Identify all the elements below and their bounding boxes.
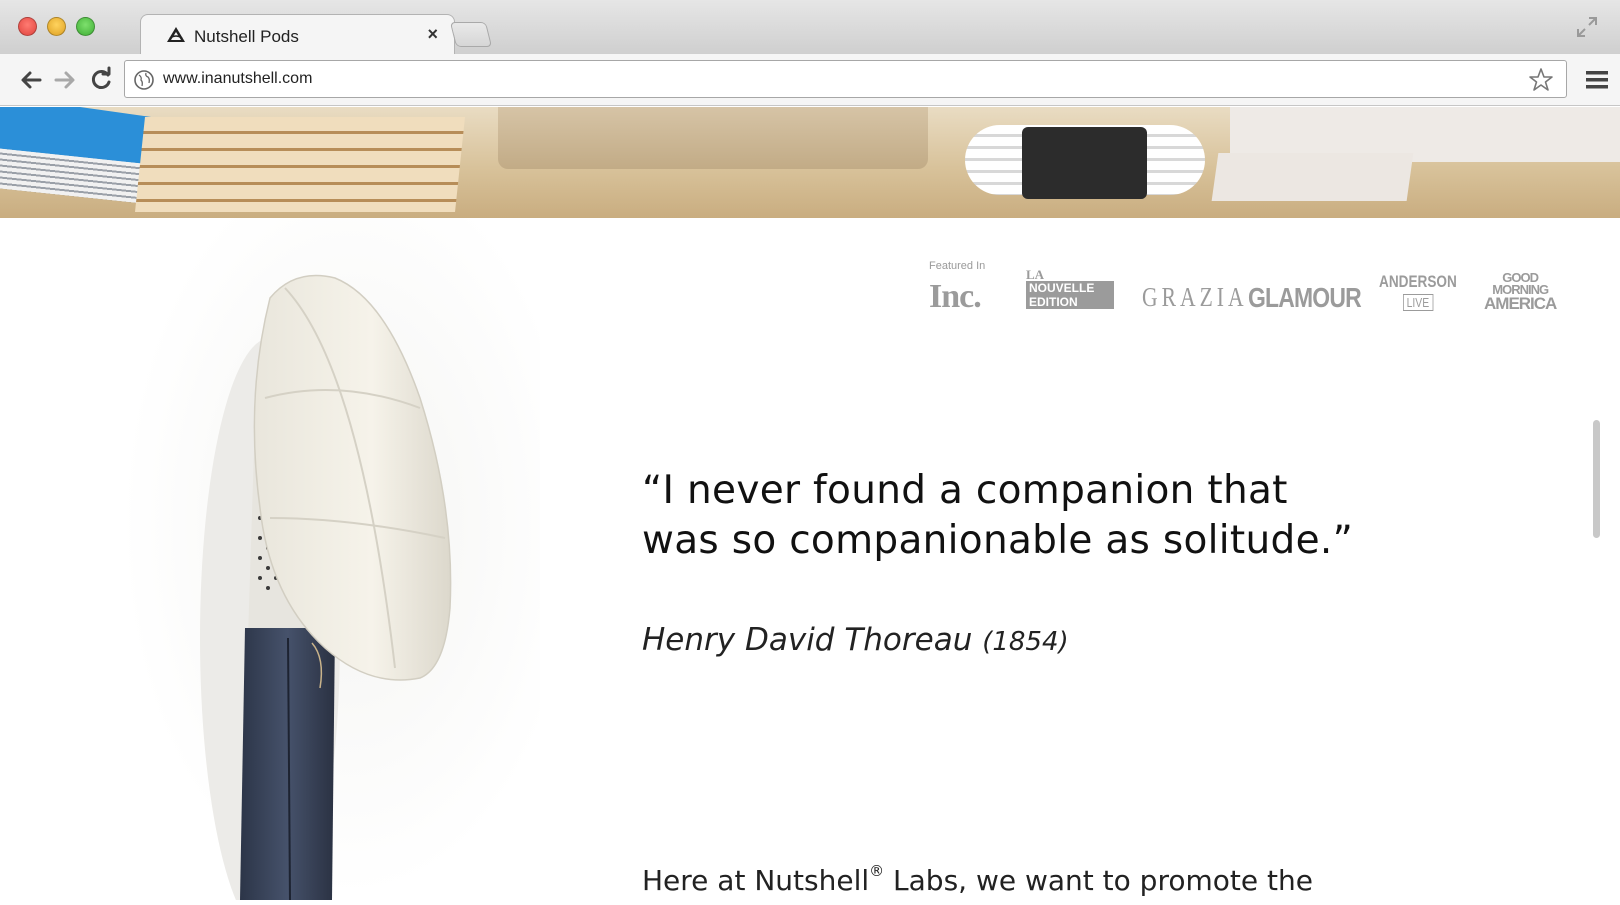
logo-text: LIVE	[1402, 294, 1434, 311]
tab-close-button[interactable]: ×	[427, 24, 438, 45]
tab-bar: Nutshell Pods ×	[0, 0, 1620, 56]
registered-mark: ®	[869, 862, 885, 880]
press-logo-la-nouvelle-edition: LA NOUVELLE EDITION	[1026, 268, 1114, 309]
press-logo-inc: Inc.	[929, 278, 982, 315]
featured-in-label: Featured In	[929, 260, 986, 272]
person-wearing-pod-illustration	[200, 274, 452, 905]
forward-icon[interactable]	[50, 65, 80, 95]
press-logo-glamour: GLAMOUR	[1248, 282, 1362, 313]
new-tab-button[interactable]	[449, 22, 493, 47]
author-name: Henry David Thoreau	[642, 622, 973, 658]
logo-text: EDITION	[1026, 295, 1114, 309]
quote-year: (1854)	[982, 627, 1069, 657]
quote-author: Henry David Thoreau (1854)	[642, 622, 1069, 658]
page-scrollbar[interactable]	[1593, 420, 1600, 538]
hero-desk-image	[0, 107, 1620, 218]
logo-text: LA	[1026, 267, 1045, 282]
logo-text: AMERICA	[1484, 294, 1557, 313]
star-icon[interactable]	[1528, 67, 1554, 93]
quote-line: “I never found a companion that	[642, 468, 1288, 513]
press-logo-good-morning-america: GOOD MORNING AMERICA	[1484, 271, 1557, 313]
zoom-window-button[interactable]	[76, 17, 95, 36]
nutshell-favicon-icon	[167, 27, 185, 42]
thoreau-quote: “I never found a companion that was so c…	[642, 466, 1402, 566]
browser-tab[interactable]: Nutshell Pods ×	[140, 14, 455, 56]
minimize-window-button[interactable]	[47, 17, 66, 36]
intro-text-end: Labs, we want to promote the	[884, 864, 1313, 897]
press-logo-grazia: GRAZIA	[1142, 282, 1248, 312]
menu-icon[interactable]	[1584, 67, 1610, 93]
back-icon[interactable]	[16, 65, 46, 95]
tab-title: Nutshell Pods	[194, 27, 299, 46]
press-logo-anderson-live: ANDERSON LIVE	[1379, 272, 1457, 312]
url-text[interactable]: www.inanutshell.com	[163, 70, 312, 88]
fullscreen-icon[interactable]	[1576, 16, 1598, 38]
address-bar[interactable]: www.inanutshell.com	[124, 60, 1567, 98]
logo-text: NOUVELLE	[1026, 281, 1114, 295]
globe-icon	[134, 70, 154, 90]
nutshell-pod-photo	[120, 218, 540, 905]
intro-text-start: Here at Nutshell	[642, 864, 870, 897]
logo-text: ANDERSON	[1379, 272, 1457, 291]
close-window-button[interactable]	[18, 17, 37, 36]
reload-icon[interactable]	[86, 65, 116, 95]
intro-paragraph: Here at Nutshell® Labs, we want to promo…	[642, 862, 1402, 897]
browser-toolbar: www.inanutshell.com	[0, 54, 1620, 106]
quote-line: was so companionable as solitude.”	[642, 518, 1354, 563]
